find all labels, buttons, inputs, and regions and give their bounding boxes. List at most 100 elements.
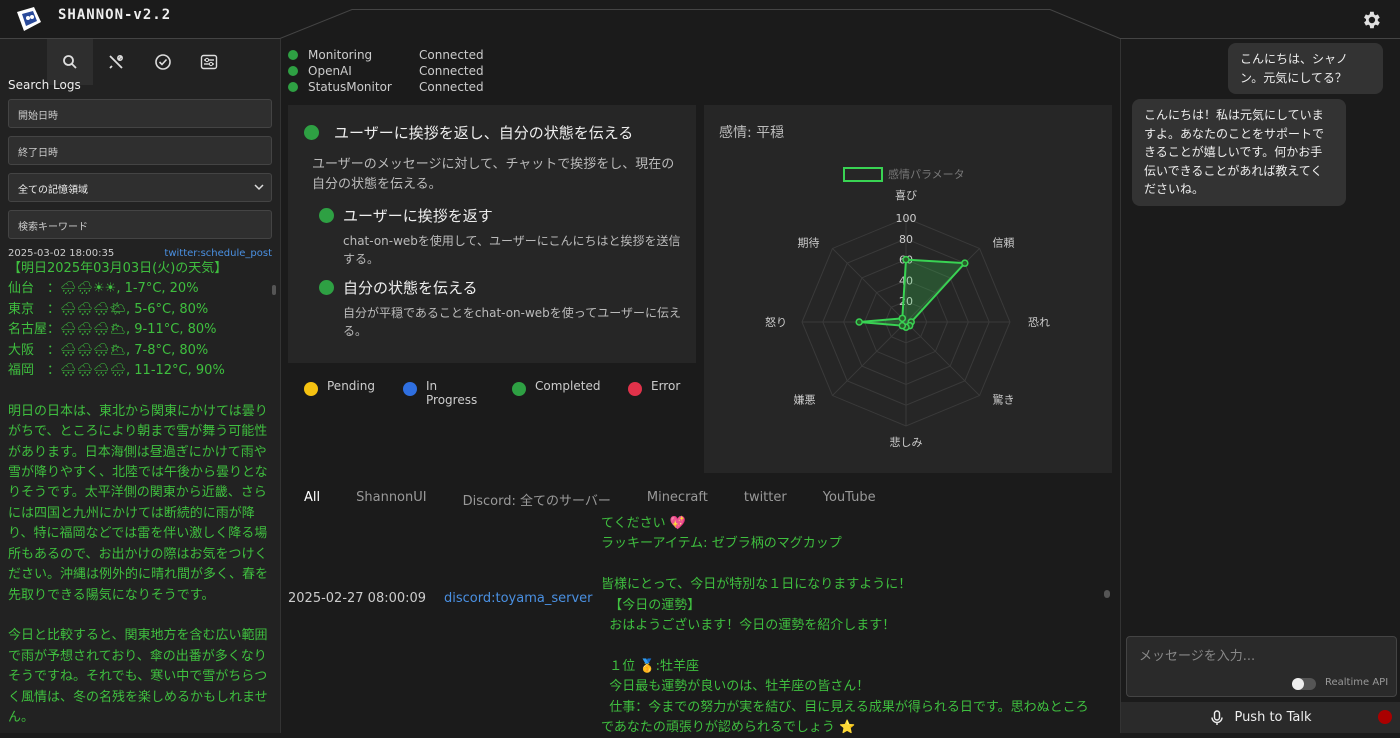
assistant-message: こんにちは！私は元気にしていますよ。あなたのことをサポートできることが嬉しいです… <box>1132 99 1346 206</box>
status-row: StatusMonitor Connected <box>288 79 484 95</box>
feed-source[interactable]: discord:toyama_server <box>444 591 592 606</box>
subtask-title: 自分の状態を伝える <box>343 279 478 297</box>
radar-axis-label: 恐れ <box>1028 316 1050 329</box>
gear-icon[interactable] <box>1360 9 1382 31</box>
panel-title: Search Logs <box>8 78 81 92</box>
tab-shannonui[interactable]: ShannonUI <box>356 490 426 509</box>
service-state: Connected <box>419 48 484 62</box>
end-date-input[interactable]: 終了日時 <box>8 136 272 165</box>
log-entry: 2025-03-02 18:00:35 twitter:schedule_pos… <box>8 248 272 733</box>
log-content: 【明日2025年03月03日(火)の天気】 仙台 ：🌧🌧☀☀, 1-7°C, 2… <box>8 261 269 725</box>
sliders-icon <box>200 54 218 70</box>
keyword-input[interactable]: 検索キーワード <box>8 210 272 239</box>
message-input[interactable]: メッセージを入力... Realtime API <box>1126 636 1397 697</box>
log-timestamp: 2025-03-02 18:00:35 <box>8 248 115 259</box>
radar-data-point <box>855 318 863 326</box>
subtask-description: chat-on-webを使用して、ユーザーにこんにちはと挨拶を送信する。 <box>343 234 681 266</box>
memory-area-value: 全ての記憶領域 <box>18 185 88 196</box>
tab-all[interactable]: All <box>304 490 320 509</box>
service-name: OpenAI <box>308 64 352 78</box>
feed-message: てください 💖 ラッキーアイテム: ゼブラ柄のマグカップ 皆様にとって、今日が特… <box>601 516 1089 736</box>
microphone-icon <box>1211 709 1224 725</box>
radar-axis-label: 喜び <box>895 189 917 202</box>
status-dot <box>288 66 298 76</box>
app-title: SHANNON-v2.2 <box>58 7 172 23</box>
legend-error: Error <box>628 379 680 396</box>
tab-discord[interactable]: Discord: 全てのサーバー <box>463 490 611 509</box>
legend-label: Pending <box>327 379 375 393</box>
tools-icon <box>109 55 123 69</box>
service-state: Connected <box>419 80 484 94</box>
legend-label: Error <box>651 379 681 393</box>
task-status-dot <box>304 125 319 140</box>
subtask-description: 自分が平穏であることをchat-on-webを使ってユーザーに伝える。 <box>343 306 681 338</box>
radar-axis-label: 怒り <box>765 315 787 329</box>
emotion-radar-chart: 20406080100喜び信頼恐れ驚き悲しみ嫌悪怒り期待感情パラメータ <box>765 167 1050 449</box>
service-name: Monitoring <box>308 48 373 62</box>
subtask-item: ユーザーに挨拶を返す chat-on-webを使用して、ユーザーにこんにちはと挨… <box>319 205 684 268</box>
tab-youtube[interactable]: YouTube <box>823 490 876 509</box>
log-source[interactable]: twitter:schedule_post <box>164 248 272 259</box>
feed-scrollbar[interactable] <box>1104 590 1110 598</box>
tab-twitter[interactable]: twitter <box>744 490 787 509</box>
realtime-api-label: Realtime API <box>1325 677 1389 688</box>
check-circle-icon <box>155 54 171 70</box>
radar-axis-label: 悲しみ <box>890 435 923 449</box>
radar-data-point <box>961 259 969 267</box>
service-status-list: Monitoring Connected OpenAI Connected Stat… <box>288 47 484 95</box>
legend-color <box>304 382 318 396</box>
tab-tools[interactable] <box>93 39 139 85</box>
push-to-talk-label: Push to Talk <box>1234 710 1312 725</box>
realtime-api-toggle[interactable] <box>1292 678 1316 690</box>
push-to-talk-button[interactable]: Push to Talk <box>1121 702 1400 733</box>
radar-data-point <box>898 321 907 330</box>
radar-legend-swatch <box>843 167 883 182</box>
feed-timestamp: 2025-02-27 08:00:09 <box>288 591 427 606</box>
subtask-status-dot <box>319 208 334 223</box>
radar-tick-label: 80 <box>899 233 913 246</box>
radar-axis-label: 信頼 <box>993 236 1015 249</box>
legend-color <box>403 382 417 396</box>
message-input-placeholder: メッセージを入力... <box>1139 649 1256 664</box>
task-title: ユーザーに挨拶を返し、自分の状態を伝える <box>334 124 634 142</box>
emotion-panel: 感情: 平穏 20406080100喜び信頼恐れ驚き悲しみ嫌悪怒り期待感情パラメ… <box>704 105 1112 473</box>
record-indicator <box>1378 710 1392 724</box>
user-message: こんにちは、シャノン。元気にしてる？ <box>1228 43 1383 94</box>
radar-axis-label: 期待 <box>797 235 819 249</box>
subtask-item: 自分の状態を伝える 自分が平穏であることをchat-on-webを使ってユーザー… <box>319 277 684 340</box>
tab-tasks[interactable] <box>140 39 186 85</box>
service-state: Connected <box>419 64 484 78</box>
feed-tabs: All ShannonUI Discord: 全てのサーバー Minecraft… <box>304 490 912 509</box>
legend-color <box>628 382 642 396</box>
legend-pending: Pending <box>304 379 375 396</box>
task-description: ユーザーのメッセージに対して、チャットで挨拶をし、現在の自分の状態を伝える。 <box>312 157 675 192</box>
task-panel: ユーザーに挨拶を返し、自分の状態を伝える ユーザーのメッセージに対して、チャット… <box>288 105 696 363</box>
status-dot <box>288 50 298 60</box>
radar-data-point <box>898 314 907 323</box>
radar-series-area <box>859 258 967 329</box>
status-row: OpenAI Connected <box>288 63 484 79</box>
status-row: Monitoring Connected <box>288 47 484 63</box>
radar-legend-label: 感情パラメータ <box>888 168 965 181</box>
search-logs-panel: Search Logs 開始日時 終了日時 全ての記憶領域 検索キーワード 20… <box>0 39 281 733</box>
chat-panel: こんにちは、シャノン。元気にしてる？ こんにちは！私は元気にしていますよ。あなた… <box>1120 39 1400 733</box>
service-name: StatusMonitor <box>308 80 392 94</box>
legend-completed: Completed <box>512 379 600 396</box>
legend-label: In Progress <box>426 379 478 407</box>
radar-data-point <box>902 255 910 264</box>
subtask-title: ユーザーに挨拶を返す <box>343 207 493 225</box>
search-icon <box>63 55 77 69</box>
radar-axis-label: 嫌悪 <box>793 393 815 407</box>
header-frame <box>0 9 1400 39</box>
toggle-knob <box>1292 678 1304 690</box>
tab-settings[interactable] <box>186 39 232 85</box>
radar-axis-label: 驚き <box>993 393 1015 407</box>
start-date-input[interactable]: 開始日時 <box>8 99 272 128</box>
tab-minecraft[interactable]: Minecraft <box>647 490 708 509</box>
app-header: SHANNON-v2.2 <box>0 0 1400 39</box>
logo-icon <box>17 7 41 31</box>
memory-area-select[interactable]: 全ての記憶領域 <box>8 173 272 202</box>
status-dot <box>288 82 298 92</box>
log-scrollbar[interactable] <box>272 285 276 295</box>
legend-color <box>512 382 526 396</box>
